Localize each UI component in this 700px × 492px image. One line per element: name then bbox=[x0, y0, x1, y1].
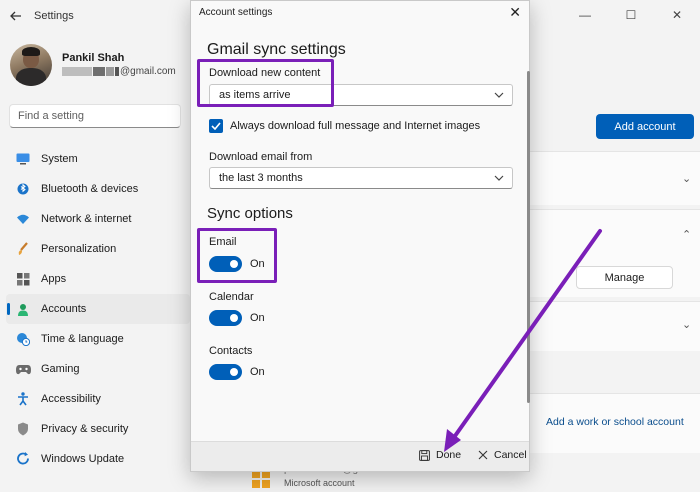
annotation-arrow-icon bbox=[444, 229, 602, 452]
